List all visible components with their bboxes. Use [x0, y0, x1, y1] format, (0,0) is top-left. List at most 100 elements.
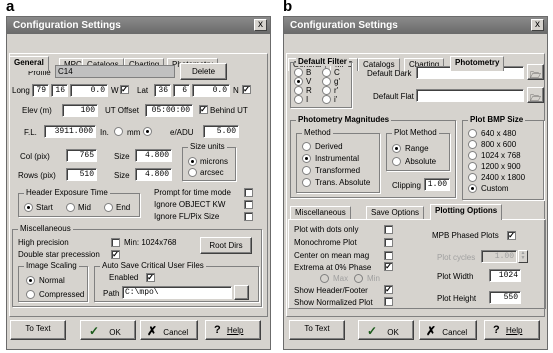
subtab-save[interactable]: Save Options	[366, 206, 425, 219]
extrema-checkbox[interactable]: ✓	[384, 262, 393, 271]
long-label: Long	[12, 86, 30, 95]
browse-dark-button[interactable]: 🗁	[527, 64, 544, 80]
close-icon[interactable]: x	[254, 19, 267, 31]
range-radio[interactable]	[392, 144, 401, 153]
elev-field[interactable]: 100	[62, 104, 98, 117]
rows-size-field[interactable]: 4.800	[135, 168, 172, 181]
mpb-phased-checkbox[interactable]: ✓	[507, 231, 516, 240]
subtab-plotting[interactable]: Plotting Options	[430, 204, 503, 220]
ignore-fl-checkbox[interactable]	[244, 212, 253, 221]
help-icon: ?	[214, 324, 221, 336]
bmp-1200-radio[interactable]	[468, 162, 477, 171]
fl-field[interactable]: 3911.000	[44, 125, 96, 138]
prompt-time-checkbox[interactable]	[244, 188, 253, 197]
delete-button[interactable]: Delete	[180, 63, 227, 80]
method-transformed-radio[interactable]	[302, 166, 311, 175]
start-radio[interactable]	[24, 203, 33, 212]
close-icon[interactable]: x	[531, 19, 544, 31]
ignore-object-checkbox[interactable]	[244, 200, 253, 209]
filter-ip-radio[interactable]	[322, 95, 331, 104]
plot-width-field[interactable]: 1024	[489, 269, 521, 282]
center-mean-checkbox[interactable]	[384, 251, 393, 260]
bmp-2400-radio[interactable]	[468, 173, 477, 182]
ok-button[interactable]: ✓ OK	[80, 320, 136, 340]
show-header-label: Show Header/Footer	[294, 286, 368, 295]
help-button[interactable]: ? Help	[484, 320, 540, 340]
enabled-checkbox[interactable]: ✓	[146, 273, 155, 282]
filter-c-radio[interactable]	[322, 68, 331, 77]
clipping-field[interactable]: 1.00	[424, 178, 450, 191]
to-text-button[interactable]: To Text	[10, 320, 66, 340]
enabled-label: Enabled	[109, 273, 139, 282]
subtab-misc[interactable]: Miscellaneous	[290, 206, 351, 219]
filter-rp-radio[interactable]	[322, 86, 331, 95]
filter-b-label: B	[306, 68, 312, 77]
utoffset-field[interactable]: 05:00:00	[145, 104, 193, 117]
filter-rp-label: r'	[334, 86, 339, 95]
filter-v-radio[interactable]	[294, 77, 303, 86]
show-normalized-checkbox[interactable]	[384, 297, 393, 306]
mid-radio[interactable]	[66, 203, 75, 212]
microns-radio[interactable]	[188, 157, 197, 166]
help-button[interactable]: ? Help	[205, 320, 261, 340]
show-header-checkbox[interactable]: ✓	[384, 285, 393, 294]
tab-general[interactable]: General	[9, 56, 49, 71]
bmp-640-radio[interactable]	[468, 129, 477, 138]
folder-icon: 🗁	[529, 70, 542, 80]
filter-g-radio[interactable]	[322, 77, 331, 86]
root-dirs-button[interactable]: Root Dirs	[200, 237, 252, 254]
browse-path-button[interactable]	[234, 285, 249, 300]
col-size-field[interactable]: 4.800	[135, 149, 172, 162]
lat-sec-field[interactable]: 0.0	[192, 84, 230, 97]
cancel-button[interactable]: ✗ Cancel	[140, 320, 198, 340]
window-title: Configuration Settings	[284, 17, 547, 34]
in-radio[interactable]	[114, 127, 123, 136]
plot-cycles-field[interactable]: 1.00	[481, 250, 517, 263]
behind-ut-checkbox[interactable]: ✓	[199, 105, 208, 114]
absolute-radio[interactable]	[392, 157, 401, 166]
plot-height-label: Plot Height	[437, 294, 477, 303]
bmp-800-radio[interactable]	[468, 140, 477, 149]
double-star-checkbox[interactable]: ✓	[111, 250, 120, 259]
plot-cycles-spinner[interactable]: ▲ ▼	[518, 250, 528, 263]
checkmark-icon: ✓	[89, 324, 100, 338]
normal-radio[interactable]	[26, 276, 35, 285]
lat-dir-checkbox[interactable]: ✓	[242, 85, 251, 94]
browse-flat-button[interactable]: 🗁	[527, 87, 544, 103]
arcsec-radio[interactable]	[188, 168, 197, 177]
method-trans-absolute-radio[interactable]	[302, 178, 311, 187]
bmp-1024-radio[interactable]	[468, 151, 477, 160]
default-flat-field[interactable]	[416, 89, 524, 102]
monochrome-checkbox[interactable]	[384, 238, 393, 247]
long-sec-field[interactable]: 0.0	[70, 84, 108, 97]
high-precision-checkbox[interactable]	[111, 238, 120, 247]
eadu-field[interactable]: 5.00	[203, 125, 239, 138]
plot-height-field[interactable]: 550	[489, 291, 521, 304]
end-radio[interactable]	[104, 203, 113, 212]
profile-select[interactable]: C14	[55, 65, 175, 78]
lat-deg-field[interactable]: 36	[154, 84, 171, 97]
plot-dots-checkbox[interactable]	[384, 225, 393, 234]
long-deg-field[interactable]: 79	[32, 84, 49, 97]
lat-min-field[interactable]: 6	[173, 84, 190, 97]
max-radio[interactable]	[320, 274, 329, 283]
bmp-custom-radio[interactable]	[468, 184, 477, 193]
tab-photometry[interactable]: Photometry	[450, 56, 505, 71]
cancel-button[interactable]: ✗ Cancel	[419, 320, 477, 340]
to-text-button[interactable]: To Text	[289, 320, 345, 340]
rows-field[interactable]: 510	[66, 168, 97, 181]
ok-button[interactable]: ✓ OK	[358, 320, 414, 340]
col-field[interactable]: 765	[66, 149, 97, 162]
min-radio[interactable]	[354, 274, 363, 283]
method-derived-radio[interactable]	[302, 142, 311, 151]
filter-i-radio[interactable]	[294, 95, 303, 104]
filter-r-radio[interactable]	[294, 86, 303, 95]
long-dir-checkbox[interactable]: ✓	[120, 85, 129, 94]
filter-b-radio[interactable]	[294, 68, 303, 77]
mm-radio[interactable]	[143, 127, 152, 136]
compressed-radio[interactable]	[26, 290, 35, 299]
method-instrumental-radio[interactable]	[302, 154, 311, 163]
center-mean-label: Center on mean mag	[294, 251, 370, 260]
long-min-field[interactable]: 16	[51, 84, 68, 97]
path-field[interactable]: C:\mpo\	[122, 286, 232, 299]
